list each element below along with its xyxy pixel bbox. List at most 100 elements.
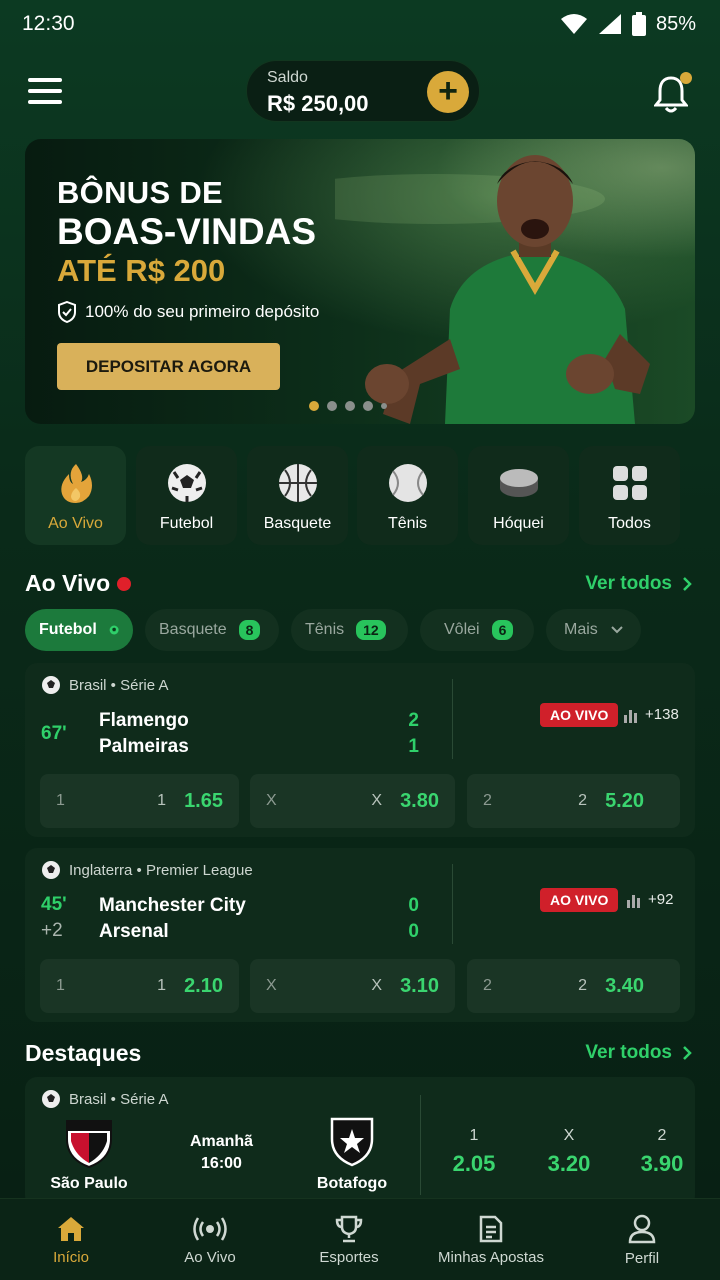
odd-button-draw[interactable]: X X 3.10 xyxy=(250,959,455,1013)
odd-button-home[interactable]: 1 1 1.65 xyxy=(40,774,239,828)
featured-match-card[interactable]: Brasil • Série A São Paulo Amanhã 16:00 … xyxy=(25,1077,695,1207)
shield-check-icon xyxy=(58,301,76,323)
carousel-dot[interactable] xyxy=(381,403,387,409)
chip-label: Futebol xyxy=(39,621,97,638)
match-minute: 67' xyxy=(41,723,67,744)
carousel-dot[interactable] xyxy=(309,401,319,411)
player-image xyxy=(335,155,650,424)
chevron-right-icon xyxy=(683,1046,692,1060)
category-basquete[interactable]: Basquete xyxy=(247,446,348,545)
menu-icon[interactable] xyxy=(28,78,64,106)
live-see-all-link[interactable]: Ver todos xyxy=(585,573,692,595)
nav-item-ao-vivo[interactable]: Ao Vivo xyxy=(160,1199,260,1280)
status-bar: 12:30 85% xyxy=(0,0,720,50)
carousel-dot[interactable] xyxy=(345,401,355,411)
carousel-dot[interactable] xyxy=(327,401,337,411)
see-all-label: Ver todos xyxy=(585,1042,672,1063)
odd-value: 2.10 xyxy=(184,974,223,997)
soccer-ball-icon xyxy=(42,861,60,879)
odd-button-away[interactable]: 2 2 5.20 xyxy=(467,774,680,828)
away-team: Arsenal xyxy=(99,921,169,942)
status-icons: 85% xyxy=(560,12,696,36)
chevron-right-icon xyxy=(683,577,692,591)
nav-label: Ao Vivo xyxy=(184,1248,236,1266)
featured-see-all-link[interactable]: Ver todos xyxy=(585,1042,692,1064)
odd-key: 1 xyxy=(56,792,65,809)
card-divider xyxy=(420,1095,421,1195)
nav-item-minhas-apostas[interactable]: Minhas Apostas xyxy=(428,1199,554,1280)
featured-odd-away[interactable]: 2 3.90 xyxy=(623,1127,701,1177)
notification-dot xyxy=(680,72,692,84)
featured-odd-draw[interactable]: X 3.20 xyxy=(530,1127,608,1177)
banner-title-line1: BÔNUS DE xyxy=(57,175,224,210)
markets-count[interactable]: +138 xyxy=(623,706,679,723)
odd-key: 2 xyxy=(657,1127,667,1144)
category-label: Todos xyxy=(608,515,651,532)
category-hoquei[interactable]: Hóquei xyxy=(468,446,569,545)
soccer-ball-icon xyxy=(109,625,119,635)
category-todos[interactable]: Todos xyxy=(579,446,680,545)
away-score: 1 xyxy=(408,736,419,757)
chip-mais[interactable]: Mais xyxy=(546,609,641,651)
league-name: Inglaterra • Premier League xyxy=(69,861,253,879)
odd-key: X xyxy=(563,1127,575,1144)
grid-icon xyxy=(613,466,647,500)
category-label: Hóquei xyxy=(493,515,544,532)
chip-volei[interactable]: Vôlei 6 xyxy=(420,609,534,651)
bottom-navigation: Início Ao Vivo Esportes Minhas Apostas P… xyxy=(0,1198,720,1280)
balance-pill[interactable]: Saldo R$ 250,00 + xyxy=(246,60,480,122)
carousel-dot[interactable] xyxy=(363,401,373,411)
category-futebol[interactable]: Futebol xyxy=(136,446,237,545)
wifi-icon xyxy=(560,14,587,34)
banner-title-line3: ATÉ R$ 200 xyxy=(57,253,226,288)
odd-key-secondary: X xyxy=(371,977,383,994)
nav-item-esportes[interactable]: Esportes xyxy=(299,1199,399,1280)
odd-value: 3.10 xyxy=(400,974,439,997)
odd-key-secondary: 1 xyxy=(157,792,167,809)
odd-value: 5.20 xyxy=(605,789,644,812)
balance-value: R$ 250,00 xyxy=(267,91,369,116)
stats-icon xyxy=(624,709,637,723)
markets-count[interactable]: +92 xyxy=(626,891,673,908)
odd-key: 1 xyxy=(469,1127,479,1144)
add-funds-button[interactable]: + xyxy=(427,71,469,113)
trophy-icon xyxy=(335,1215,363,1242)
nav-label: Início xyxy=(53,1248,89,1266)
odd-button-away[interactable]: 2 2 3.40 xyxy=(467,959,680,1013)
category-tenis[interactable]: Tênis xyxy=(357,446,458,545)
featured-odd-home[interactable]: 1 2.05 xyxy=(435,1127,513,1177)
chip-futebol[interactable]: Futebol xyxy=(25,609,133,651)
notification-bell-icon[interactable] xyxy=(654,72,692,113)
odd-value: 3.40 xyxy=(605,974,644,997)
odd-key-secondary: 2 xyxy=(578,792,588,809)
deposit-now-button[interactable]: DEPOSITAR AGORA xyxy=(57,343,280,390)
category-ao-vivo[interactable]: Ao Vivo xyxy=(25,446,126,545)
chip-basquete[interactable]: Basquete 8 xyxy=(145,609,279,651)
odd-button-home[interactable]: 1 1 2.10 xyxy=(40,959,239,1013)
chip-tenis[interactable]: Tênis 12 xyxy=(291,609,408,651)
odd-key: X xyxy=(266,792,277,809)
odd-value: 2.05 xyxy=(452,1151,496,1176)
odd-key-secondary: 1 xyxy=(157,977,167,994)
nav-item-inicio[interactable]: Início xyxy=(25,1199,117,1280)
promo-banner[interactable]: BÔNUS DE BOAS-VINDAS ATÉ R$ 200 100% do … xyxy=(25,139,695,424)
live-match-card[interactable]: Brasil • Série A 67' Flamengo Palmeiras … xyxy=(25,663,695,837)
battery-icon xyxy=(631,12,646,36)
match-day: Amanhã xyxy=(189,1133,254,1150)
carousel-dots[interactable] xyxy=(309,401,387,411)
nav-item-perfil[interactable]: Perfil xyxy=(592,1199,692,1280)
odd-value: 3.80 xyxy=(400,789,439,812)
live-match-card[interactable]: Inglaterra • Premier League 45' +2 Manch… xyxy=(25,848,695,1022)
live-badge: AO VIVO xyxy=(540,888,619,912)
botafogo-crest-icon xyxy=(330,1117,374,1167)
betslip-icon xyxy=(479,1215,503,1242)
league-row: Inglaterra • Premier League xyxy=(41,860,253,880)
chip-label: Vôlei xyxy=(444,621,480,638)
banner-subtitle: 100% do seu primeiro depósito xyxy=(57,301,319,323)
league-row: Brasil • Série A xyxy=(41,675,168,695)
markets-count-value: +92 xyxy=(648,891,674,908)
odd-button-draw[interactable]: X X 3.80 xyxy=(250,774,455,828)
odd-key: 2 xyxy=(483,977,492,994)
live-indicator-dot xyxy=(117,577,131,591)
banner-title-line2: BOAS-VINDAS xyxy=(57,211,317,252)
